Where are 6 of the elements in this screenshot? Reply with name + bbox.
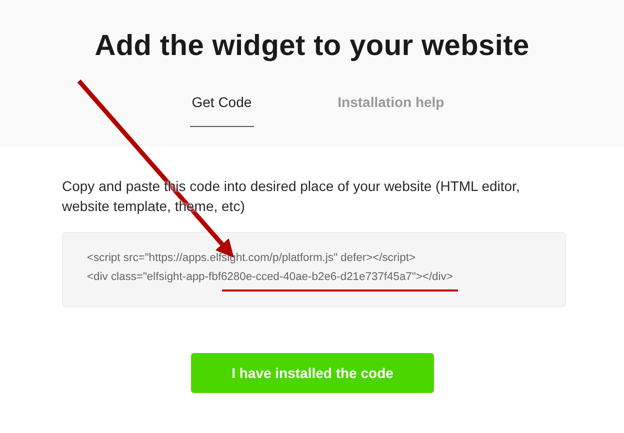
tab[interactable]: Installation help [336,90,446,127]
tab[interactable]: Get Code [190,90,254,127]
code-line: <div class="elfsight-app-fbf6280e-cced-40ae-b2e6-d21e737f45a7"></div> [87,270,453,285]
page-title: Add the widget to your website [94,30,530,63]
code-line: <script src="https://apps.elfsight.com/p/platform.js" defer></script> [87,251,416,266]
installed-button[interactable]: I have installed the code [191,353,434,393]
